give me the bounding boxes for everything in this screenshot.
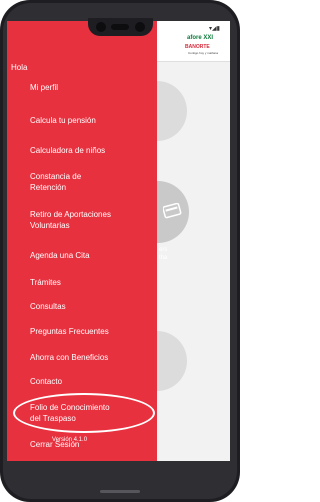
card-icon bbox=[163, 203, 182, 219]
menu-item-mi-perfil[interactable]: Mi perfil bbox=[30, 82, 58, 93]
circle-label-fragment: tha bbox=[159, 255, 168, 261]
menu-item-ahorra-beneficios[interactable]: Ahorra con Beneficios bbox=[30, 352, 108, 363]
background-app: ▾◢▮ afore XXI BANORTE Contigo hoy y maña… bbox=[127, 21, 230, 461]
app-version: Versión 4.1.0 bbox=[52, 437, 88, 443]
menu-item-label-line: Constancia de bbox=[30, 172, 82, 181]
side-button-left bbox=[0, 120, 3, 150]
menu-item-label-line: Retiro de Aportaciones bbox=[30, 210, 111, 219]
side-button-right bbox=[237, 140, 240, 182]
menu-item-preguntas-frecuentes[interactable]: Preguntas Frecuentes bbox=[30, 326, 109, 337]
banorte-logo: BANORTE bbox=[185, 44, 210, 50]
menu-item-constancia-retencion[interactable]: Constancia de Retención bbox=[30, 171, 81, 193]
app-header: ▾◢▮ afore XXI BANORTE Contigo hoy y maña… bbox=[157, 21, 230, 62]
status-icons: ▾◢▮ bbox=[209, 26, 220, 32]
menu-item-calculadora-ninos[interactable]: Calculadora de niños bbox=[30, 145, 105, 156]
menu-item-retiro-aportaciones[interactable]: Retiro de Aportaciones Voluntarias bbox=[30, 209, 111, 231]
speaker-icon bbox=[111, 24, 129, 30]
menu-item-label-line: Retención bbox=[30, 183, 67, 192]
greeting: Hola bbox=[11, 63, 28, 72]
menu-item-tramites[interactable]: Trámites bbox=[30, 277, 61, 288]
camera-icon bbox=[96, 22, 106, 32]
camera-icon bbox=[135, 22, 145, 32]
logo-tagline: Contigo hoy y mañana bbox=[188, 51, 219, 55]
menu-item-agenda-cita[interactable]: Agenda una Cita bbox=[30, 250, 90, 261]
circle-label-fragment: ers bbox=[159, 247, 168, 253]
afore-logo: afore XXI bbox=[187, 35, 214, 41]
menu-item-label-line: Voluntarias bbox=[30, 221, 70, 230]
menu-item-calcula-pension[interactable]: Calcula tu pensión bbox=[30, 115, 96, 126]
phone-notch bbox=[88, 18, 153, 36]
menu-item-contacto[interactable]: Contacto bbox=[30, 376, 62, 387]
highlight-circle bbox=[13, 393, 155, 433]
home-indicator bbox=[100, 490, 140, 493]
menu-item-consultas[interactable]: Consultas bbox=[30, 301, 66, 312]
